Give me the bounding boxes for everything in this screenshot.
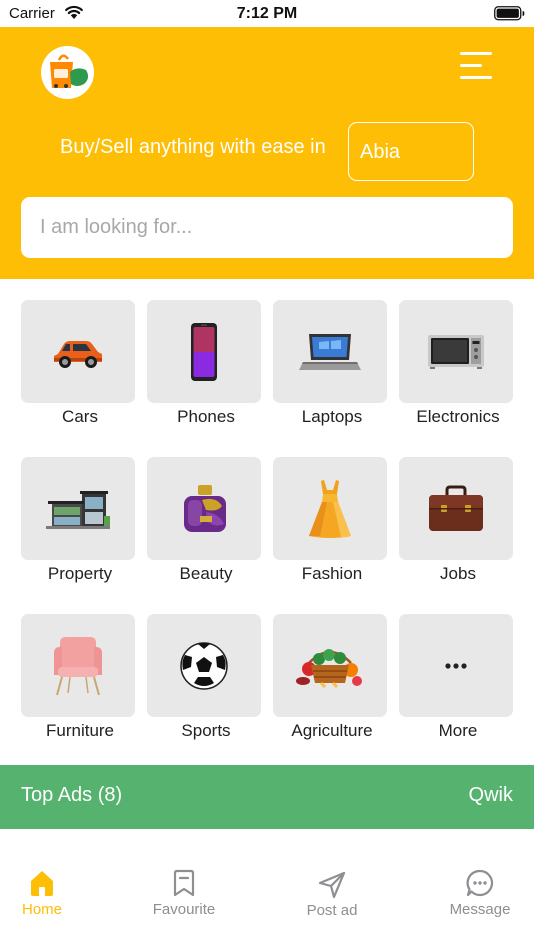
laptop-icon <box>299 333 361 370</box>
category-tile <box>21 614 135 717</box>
menu-button[interactable] <box>454 49 498 83</box>
category-tile <box>21 300 135 403</box>
chair-icon <box>54 636 102 695</box>
nav-post-ad[interactable]: Post ad <box>277 865 387 925</box>
category-label: Laptops <box>301 407 363 426</box>
category-fashion[interactable]: Fashion <box>269 436 395 583</box>
category-label: Fashion <box>301 564 363 583</box>
top-ads-bar: Top Ads (8) Qwik <box>0 765 534 829</box>
nav-favourite-label: Favourite <box>152 901 216 918</box>
category-tile <box>399 300 513 403</box>
nav-message-label: Message <box>449 901 511 918</box>
category-sports[interactable]: Sports <box>143 593 269 740</box>
category-label: Cars <box>62 407 98 426</box>
category-tile <box>147 300 261 403</box>
category-jobs[interactable]: Jobs <box>395 436 521 583</box>
status-bar: Carrier 7:12 PM <box>0 0 534 27</box>
category-more[interactable]: More <box>395 593 521 740</box>
phone-icon <box>191 322 217 381</box>
qwik-shopping-bag-logo-icon <box>50 54 89 88</box>
category-tile <box>147 614 261 717</box>
battery-icon <box>494 6 525 21</box>
category-tile <box>399 614 513 717</box>
category-label: Sports <box>181 721 231 740</box>
tagline: Buy/Sell anything with ease in <box>60 136 326 158</box>
home-icon <box>31 871 53 896</box>
status-time: 7:12 PM <box>236 5 298 22</box>
nav-message[interactable]: Message <box>425 865 534 925</box>
app-logo[interactable] <box>41 46 94 99</box>
category-label: Phones <box>177 407 235 426</box>
category-laptops[interactable]: Laptops <box>269 279 395 426</box>
category-furniture[interactable]: Furniture <box>17 593 143 740</box>
state-value: Abia <box>360 141 401 163</box>
bookmark-icon <box>173 869 195 897</box>
category-label: Furniture <box>45 721 115 740</box>
nav-home[interactable]: Home <box>0 865 97 925</box>
nav-favourite[interactable]: Favourite <box>129 865 239 925</box>
dress-icon <box>309 479 351 538</box>
category-label: Beauty <box>179 564 233 583</box>
top-ads-link[interactable]: Qwik <box>469 784 513 807</box>
category-tile <box>273 457 387 560</box>
category-phones[interactable]: Phones <box>143 279 269 426</box>
category-tile <box>147 457 261 560</box>
produce-basket-icon <box>296 648 362 688</box>
football-icon <box>180 641 228 690</box>
category-cars[interactable]: Cars <box>17 279 143 426</box>
category-label: Jobs <box>440 564 476 583</box>
more-dots-icon <box>445 662 467 669</box>
category-label: Agriculture <box>291 721 373 740</box>
category-tile <box>21 457 135 560</box>
briefcase-icon <box>429 485 483 531</box>
category-label: More <box>438 721 478 740</box>
category-property[interactable]: Property <box>17 436 143 583</box>
category-electronics[interactable]: Electronics <box>395 279 521 426</box>
top-ads-title: Top Ads (8) <box>21 784 123 806</box>
nav-post-ad-label: Post ad <box>306 902 358 919</box>
nav-home-label: Home <box>21 901 62 918</box>
category-label: Property <box>47 564 113 583</box>
chat-bubble-icon <box>466 869 494 897</box>
state-selector[interactable]: Abia <box>348 122 474 181</box>
search-input[interactable] <box>21 197 513 258</box>
send-icon <box>318 871 346 899</box>
perfume-icon <box>184 484 226 532</box>
category-agriculture[interactable]: Agriculture <box>269 593 395 740</box>
microwave-icon <box>428 334 484 369</box>
category-tile <box>273 614 387 717</box>
category-beauty[interactable]: Beauty <box>143 436 269 583</box>
building-icon <box>46 490 110 529</box>
header: Buy/Sell anything with ease in Abia <box>0 27 534 279</box>
category-tile <box>273 300 387 403</box>
search-box <box>21 197 513 258</box>
category-label: Electronics <box>416 407 500 426</box>
bottom-nav: Home Favourite Post ad Message <box>0 829 534 950</box>
category-grid: Cars Phones Laptops Electronics Property… <box>0 279 534 765</box>
category-tile <box>399 457 513 560</box>
car-icon <box>54 340 102 368</box>
